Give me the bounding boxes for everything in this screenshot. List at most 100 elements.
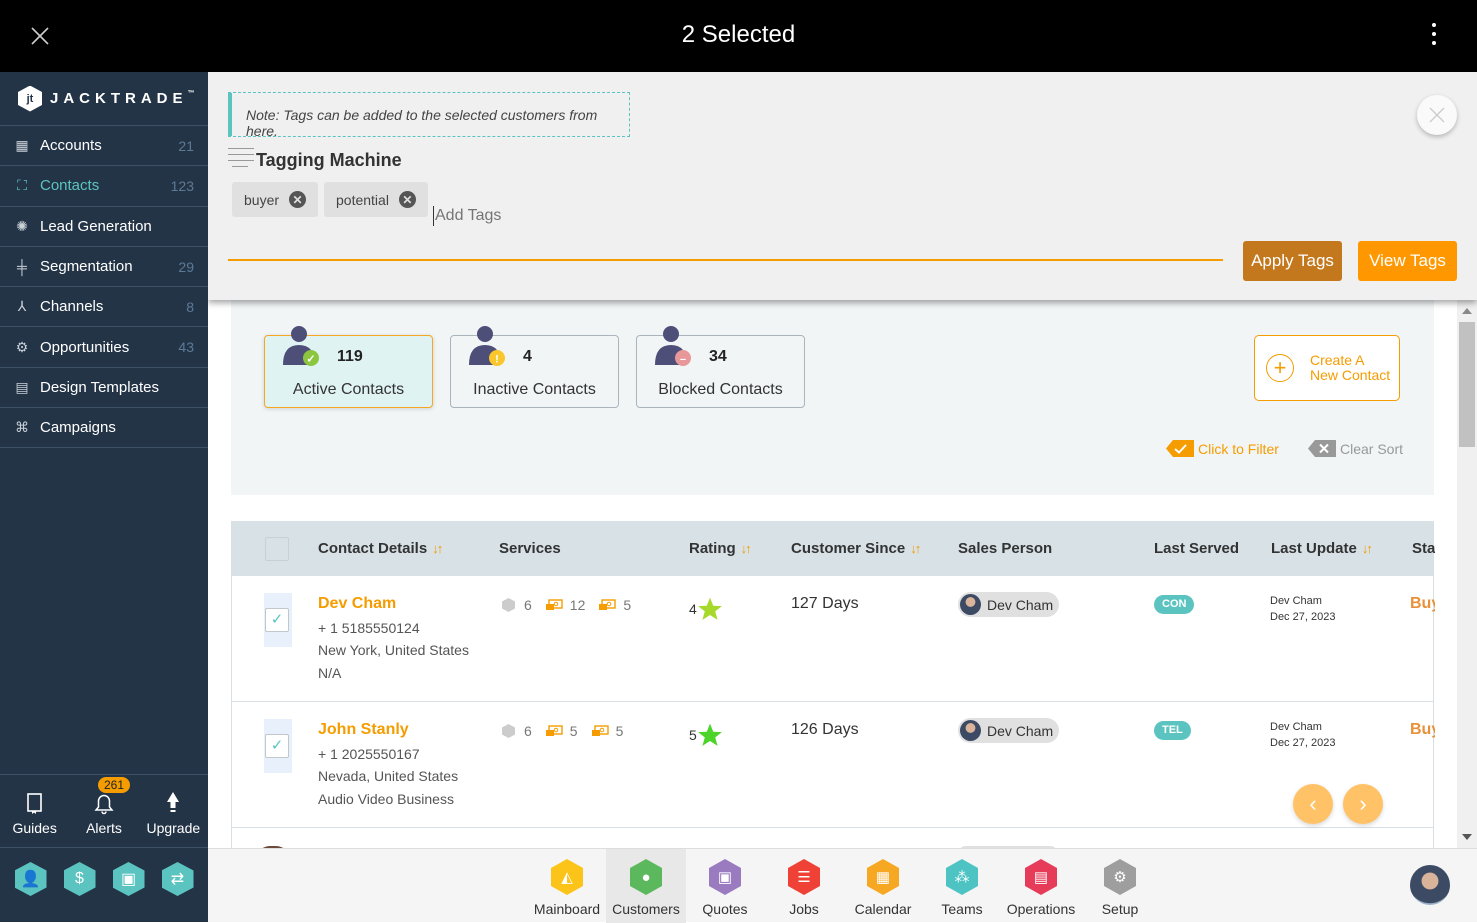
create-new-contact-button[interactable]: + Create A New Contact bbox=[1254, 335, 1400, 401]
scroll-down-arrow[interactable] bbox=[1462, 834, 1472, 840]
tagging-title: Tagging Machine bbox=[256, 149, 402, 170]
table-row[interactable]: ✓ Dev Cham + 1 5185550124 New York, Unit… bbox=[232, 576, 1435, 702]
column-label: Last Update bbox=[1271, 540, 1357, 557]
person-active-icon: ✓ bbox=[283, 326, 319, 366]
sidebar-item-label: Contacts bbox=[40, 177, 100, 195]
row-checkbox-wrap: ✓ bbox=[264, 719, 292, 773]
column-label: Status bbox=[1412, 540, 1435, 557]
rating: 5 bbox=[689, 722, 723, 748]
last-update: Dev Cham Dec 27, 2023 bbox=[1270, 593, 1335, 625]
sidebar-item-lead-generation[interactable]: ✺ Lead Generation bbox=[0, 207, 208, 247]
next-page-button[interactable]: › bbox=[1343, 784, 1383, 824]
sidebar-item-channels[interactable]: ⅄ Channels 8 bbox=[0, 287, 208, 328]
select-all-checkbox[interactable] bbox=[265, 537, 289, 561]
sidebar-item-accounts[interactable]: ▦ Accounts 21 bbox=[0, 126, 208, 167]
scrollbar-thumb[interactable] bbox=[1459, 322, 1475, 447]
column-header-customer-since[interactable]: Customer Since ↓↑ bbox=[791, 540, 921, 557]
column-header-contact-details[interactable]: Contact Details ↓↑ bbox=[318, 540, 443, 557]
sales-person-name: Dev Cham bbox=[987, 596, 1054, 613]
contact-name-link[interactable]: John Stanly bbox=[318, 721, 409, 739]
tab-label: Quotes bbox=[702, 901, 748, 917]
sidebar-item-campaigns[interactable]: ⌘ Campaigns bbox=[0, 408, 208, 449]
column-label: Services bbox=[499, 540, 561, 557]
sidebar-item-design-templates[interactable]: ▤ Design Templates bbox=[0, 368, 208, 409]
workflow-app-icon[interactable]: ⇄ bbox=[161, 862, 194, 896]
remove-tag-icon[interactable]: ✕ bbox=[398, 191, 416, 208]
user-app-icon[interactable]: 👤 bbox=[14, 862, 47, 896]
billing-app-icon[interactable]: ▣ bbox=[112, 862, 145, 896]
tag-label: buyer bbox=[244, 191, 280, 208]
sort-icon[interactable]: ↓↑ bbox=[910, 541, 921, 556]
scroll-up-arrow[interactable] bbox=[1462, 308, 1472, 314]
contact-stats-area: ✓ 119 Active Contacts ! 4 Inactive Conta… bbox=[231, 300, 1434, 495]
stat-label: Active Contacts bbox=[292, 381, 405, 398]
customers-icon: ● bbox=[630, 859, 662, 895]
sidebar-item-contacts[interactable]: ⛶ Contacts 123 bbox=[0, 166, 208, 207]
contacts-table: Contact Details ↓↑ Services Rating ↓↑ Custome… bbox=[231, 521, 1435, 848]
person-blocked-icon: – bbox=[655, 326, 691, 366]
view-tags-button[interactable]: View Tags bbox=[1358, 241, 1457, 281]
click-to-filter-label: Click to Filter bbox=[1198, 440, 1279, 457]
tab-jobs[interactable]: ☰ Jobs bbox=[764, 849, 844, 923]
column-header-services: Services bbox=[499, 540, 561, 557]
column-label: Last Served bbox=[1154, 540, 1240, 557]
alerts-button[interactable]: 261 Alerts bbox=[72, 776, 136, 836]
column-header-rating[interactable]: Rating ↓↑ bbox=[689, 540, 752, 557]
sidebar-item-segmentation[interactable]: ╪ Segmentation 29 bbox=[0, 247, 208, 288]
row-checkbox[interactable]: ✓ bbox=[265, 608, 289, 632]
sidebar-item-label: Design Templates bbox=[40, 378, 159, 396]
vertical-scrollbar[interactable] bbox=[1457, 300, 1477, 848]
table-row[interactable]: ✓ John Stanly + 1 2025550167 Nevada, Uni… bbox=[232, 702, 1435, 828]
jobs-icon: ☰ bbox=[788, 859, 820, 895]
row-checkbox[interactable]: ✓ bbox=[265, 734, 289, 758]
contact-phone: + 1 5185550124 bbox=[318, 620, 420, 636]
dollar-app-icon[interactable]: $ bbox=[63, 862, 96, 896]
stat-card-inactive[interactable]: ! 4 Inactive Contacts bbox=[450, 326, 619, 408]
campaigns-icon: ⌘ bbox=[15, 419, 29, 436]
add-tags-input[interactable] bbox=[433, 206, 1213, 226]
sort-icon[interactable]: ↓↑ bbox=[1362, 541, 1373, 556]
tab-mainboard[interactable]: ◭ Mainboard bbox=[527, 849, 607, 923]
quote-count: 12 bbox=[569, 597, 586, 613]
user-avatar[interactable] bbox=[1410, 865, 1450, 905]
sidebar-item-label: Accounts bbox=[40, 137, 102, 155]
contact-name-link[interactable]: Dev Cham bbox=[318, 595, 396, 613]
brand-logo[interactable]: jt JACKTRADE™ bbox=[0, 72, 208, 126]
invoice-icon bbox=[599, 599, 617, 610]
tab-quotes[interactable]: ▣ Quotes bbox=[685, 849, 765, 923]
sidebar-item-opportunities[interactable]: ⚙ Opportunities 43 bbox=[0, 327, 208, 368]
apply-tags-button[interactable]: Apply Tags bbox=[1243, 241, 1342, 281]
calendar-icon: ▦ bbox=[867, 859, 899, 895]
row-checkbox-wrap: ✓ bbox=[264, 593, 292, 647]
tab-customers[interactable]: ● Customers bbox=[606, 849, 686, 923]
sales-person-chip[interactable]: Dev Cham bbox=[958, 718, 1060, 743]
sidebar-nav: ▦ Accounts 21 ⛶ Contacts 123 ✺ Lead Generation ╪… bbox=[0, 126, 208, 449]
column-label: Customer Since bbox=[791, 540, 906, 557]
sort-icon[interactable]: ↓↑ bbox=[741, 541, 752, 556]
sort-icon[interactable]: ↓↑ bbox=[432, 541, 443, 556]
remove-tag-icon[interactable]: ✕ bbox=[289, 191, 307, 208]
more-options-button[interactable] bbox=[1429, 23, 1439, 49]
close-tagging-panel-button[interactable] bbox=[1417, 95, 1457, 135]
stat-card-active[interactable]: ✓ 119 Active Contacts bbox=[264, 326, 433, 408]
upgrade-button[interactable]: Upgrade bbox=[141, 787, 205, 836]
design-templates-icon: ▤ bbox=[15, 378, 29, 395]
tab-operations[interactable]: ▤ Operations bbox=[1001, 849, 1081, 923]
tab-setup[interactable]: ⚙ Setup bbox=[1080, 849, 1160, 923]
jacktrade-logo-icon: jt bbox=[18, 85, 42, 112]
invoice-icon bbox=[545, 599, 563, 610]
lead-generation-icon: ✺ bbox=[16, 217, 28, 234]
invoice-icon bbox=[545, 725, 563, 736]
click-to-filter-button[interactable]: Click to Filter bbox=[1166, 440, 1279, 457]
stat-card-blocked[interactable]: – 34 Blocked Contacts bbox=[636, 326, 805, 408]
tab-calendar[interactable]: ▦ Calendar bbox=[843, 849, 923, 923]
column-header-last-update[interactable]: Last Update ↓↑ bbox=[1271, 540, 1373, 557]
contact-location: Nevada, United States bbox=[318, 768, 459, 784]
app-shortcuts: 👤 $ ▣ ⇄ bbox=[0, 862, 208, 896]
tag-chip: buyer ✕ bbox=[232, 182, 319, 217]
prev-page-button[interactable]: ‹ bbox=[1293, 784, 1333, 824]
clear-sort-button[interactable]: Clear Sort bbox=[1308, 440, 1403, 457]
tab-teams[interactable]: ⁂ Teams bbox=[922, 849, 1002, 923]
guides-button[interactable]: Guides bbox=[3, 787, 67, 836]
sales-person-chip[interactable]: Dev Cham bbox=[958, 592, 1060, 617]
